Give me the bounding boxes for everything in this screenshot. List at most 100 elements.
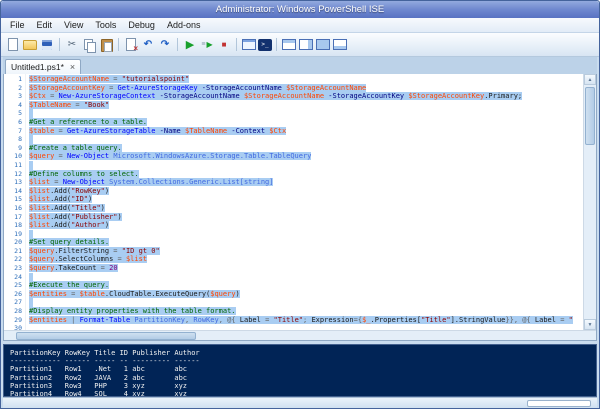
line-number: 15 (4, 195, 22, 204)
script-pane-top-icon[interactable] (281, 37, 297, 53)
line-number: 1 (4, 75, 22, 84)
code-line-14[interactable]: $list.Add("RowKey") (29, 187, 583, 196)
line-number: 19 (4, 230, 22, 239)
toolbar: ✂↶↷▶▶■>_ (1, 33, 599, 57)
code-line-15[interactable]: $list.Add("ID") (29, 195, 583, 204)
line-number: 24 (4, 273, 22, 282)
code-line-18[interactable]: $list.Add("Author") (29, 221, 583, 230)
line-number: 8 (4, 135, 22, 144)
vertical-scrollbar-thumb[interactable] (585, 87, 595, 145)
cut-icon[interactable]: ✂ (64, 37, 80, 53)
code-line-19[interactable] (29, 230, 583, 239)
code-line-28[interactable]: #Display entity properties with the tabl… (29, 307, 583, 316)
code-line-23[interactable]: $query.TakeCount = 20 (29, 264, 583, 273)
menu-bar: FileEditViewToolsDebugAdd-ons (1, 18, 599, 33)
redo-icon[interactable]: ↷ (157, 37, 173, 53)
show-script-pane-icon[interactable] (332, 37, 348, 53)
line-number: 12 (4, 170, 22, 179)
new-script-icon[interactable] (5, 37, 21, 53)
menu-item-addons[interactable]: Add-ons (161, 20, 207, 30)
code-line-5[interactable] (29, 109, 583, 118)
line-number: 4 (4, 101, 22, 110)
start-powershell-icon[interactable]: >_ (258, 39, 272, 51)
open-script-icon[interactable] (22, 37, 38, 53)
tab-close-icon[interactable]: × (70, 63, 75, 72)
code-line-4[interactable]: $TableName = "Book" (29, 101, 583, 110)
code-area[interactable]: $StorageAccountName = "tutorialspoint"$S… (26, 74, 583, 330)
code-line-1[interactable]: $StorageAccountName = "tutorialspoint" (29, 75, 583, 84)
code-line-24[interactable] (29, 273, 583, 282)
code-line-6[interactable]: #Get a reference to a table. (29, 118, 583, 127)
code-line-13[interactable]: $list = New-Object System.Collections.Ge… (29, 178, 583, 187)
menu-item-file[interactable]: File (4, 20, 31, 30)
run-selection-icon[interactable]: ▶ (199, 37, 215, 53)
line-number: 29 (4, 316, 22, 325)
script-pane: 1234567891011121314151617181920212223242… (3, 74, 597, 341)
menu-item-debug[interactable]: Debug (122, 20, 161, 30)
line-number: 2 (4, 84, 22, 93)
tab-untitled1[interactable]: Untitled1.ps1* × (5, 59, 81, 74)
code-line-8[interactable] (29, 135, 583, 144)
powershell-ise-window: Administrator: Windows PowerShell ISE Fi… (0, 0, 600, 409)
undo-icon[interactable]: ↶ (140, 37, 156, 53)
script-pane-right-icon[interactable] (298, 37, 314, 53)
line-number: 6 (4, 118, 22, 127)
line-number: 11 (4, 161, 22, 170)
clear-console-pane-icon[interactable] (123, 37, 139, 53)
line-number: 21 (4, 247, 22, 256)
code-line-7[interactable]: $table = Get-AzureStorageTable -Name $Ta… (29, 127, 583, 136)
line-number: 9 (4, 144, 22, 153)
line-number: 28 (4, 307, 22, 316)
code-line-29[interactable]: $entities | Format-Table PartitionKey, R… (29, 316, 583, 325)
code-line-26[interactable]: $entities = $table.CloudTable.ExecuteQue… (29, 290, 583, 299)
code-line-22[interactable]: $query.SelectColumns = $list (29, 255, 583, 264)
main-area: Untitled1.ps1* × 12345678910111213141516… (1, 57, 599, 408)
paste-icon[interactable] (98, 37, 114, 53)
code-line-12[interactable]: #Define columns to select. (29, 170, 583, 179)
console-output[interactable]: PartitionKey RowKey Title ID Publisher A… (4, 345, 596, 397)
code-line-10[interactable]: $query = New-Object Microsoft.WindowsAzu… (29, 152, 583, 161)
code-line-27[interactable] (29, 298, 583, 307)
run-script-icon[interactable]: ▶ (182, 37, 198, 53)
code-line-25[interactable]: #Execute the query. (29, 281, 583, 290)
tab-label: Untitled1.ps1* (11, 62, 64, 72)
save-icon[interactable] (39, 37, 55, 53)
status-right-panel (527, 400, 591, 407)
scroll-down-icon[interactable]: ▼ (584, 319, 596, 330)
menu-item-tools[interactable]: Tools (89, 20, 122, 30)
script-tab-strip: Untitled1.ps1* × (3, 57, 597, 74)
line-number: 10 (4, 152, 22, 161)
copy-icon[interactable] (81, 37, 97, 53)
code-line-21[interactable]: $query.FilterString = "ID gt 0" (29, 247, 583, 256)
script-pane-maximized-icon[interactable] (315, 37, 331, 53)
line-number: 14 (4, 187, 22, 196)
toolbar-separator (177, 38, 178, 51)
line-number: 22 (4, 255, 22, 264)
code-line-17[interactable]: $list.Add("Publisher") (29, 213, 583, 222)
line-number: 20 (4, 238, 22, 247)
menu-item-view[interactable]: View (58, 20, 89, 30)
editor-vertical-scrollbar[interactable]: ▲ ▼ (583, 74, 596, 330)
console-pane[interactable]: PartitionKey RowKey Title ID Publisher A… (3, 344, 597, 397)
title-bar[interactable]: Administrator: Windows PowerShell ISE (1, 1, 599, 18)
toolbar-separator (59, 38, 60, 51)
code-line-9[interactable]: #Create a table query. (29, 144, 583, 153)
code-line-16[interactable]: $list.Add("Title") (29, 204, 583, 213)
code-line-3[interactable]: $Ctx = New-AzureStorageContext -StorageA… (29, 92, 583, 101)
scroll-up-icon[interactable]: ▲ (584, 74, 596, 85)
code-line-2[interactable]: $StorageAccountKey = Get-AzureStorageKey… (29, 84, 583, 93)
new-remote-powershell-tab-icon[interactable] (241, 37, 257, 53)
line-number: 13 (4, 178, 22, 187)
code-line-11[interactable] (29, 161, 583, 170)
toolbar-separator (236, 38, 237, 51)
toolbar-separator (276, 38, 277, 51)
line-number: 26 (4, 290, 22, 299)
line-number: 7 (4, 127, 22, 136)
code-line-20[interactable]: #Set query details. (29, 238, 583, 247)
editor-horizontal-scrollbar[interactable] (4, 330, 596, 340)
horizontal-scrollbar-thumb[interactable] (16, 332, 196, 340)
menu-item-edit[interactable]: Edit (31, 20, 59, 30)
status-bar (3, 397, 597, 408)
stop-operation-icon[interactable]: ■ (216, 37, 232, 53)
line-number: 23 (4, 264, 22, 273)
